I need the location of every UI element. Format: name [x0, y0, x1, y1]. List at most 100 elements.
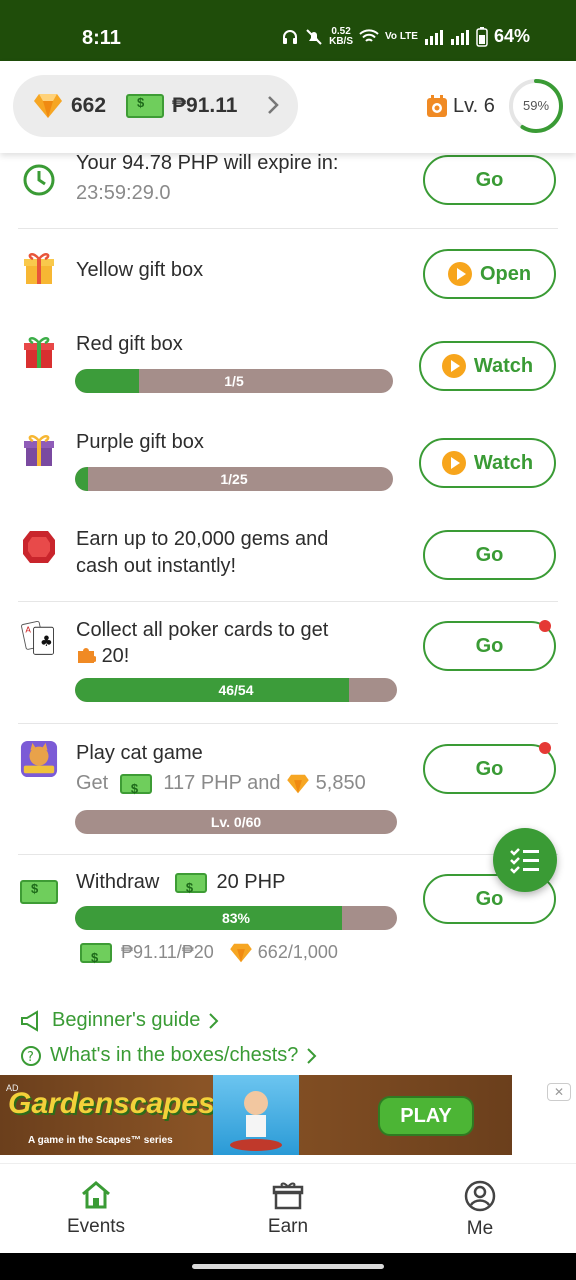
clock-icon	[23, 164, 55, 196]
wallet-pill[interactable]: 662 ₱91.11	[13, 75, 298, 137]
poker-cards-icon: ♣A	[21, 620, 54, 655]
red-gift-watch-button[interactable]: Watch	[419, 341, 556, 391]
cat-game-icon	[20, 740, 58, 778]
withdraw-label: Withdraw	[76, 871, 160, 893]
withdraw-progress-bar: 83%	[75, 906, 397, 930]
battery-percent: 64%	[493, 26, 530, 46]
cash-balance: ₱91.11	[172, 94, 238, 117]
help-icon: ?	[21, 1045, 41, 1066]
level-label: Lv. 6	[453, 94, 495, 117]
poker-progress-label: 46/54	[218, 682, 254, 698]
signal-icon-2	[450, 29, 469, 45]
withdraw-progress-label: 83%	[221, 910, 251, 926]
svg-text:A: A	[25, 625, 31, 635]
gem-icon	[230, 944, 252, 963]
red-gift-progress-bar: 1/5	[75, 369, 393, 393]
expire-countdown: 23:59:29.0	[76, 182, 171, 204]
cat-game-row: Play cat game Get 117 PHP and 5,850 Lv. …	[0, 736, 576, 840]
gem-count: 662	[71, 94, 107, 117]
cash-icon	[126, 94, 165, 118]
ad-close-button[interactable]: ✕	[547, 1083, 571, 1101]
svg-text:♣: ♣	[40, 634, 53, 650]
chevron-right-icon	[268, 96, 279, 114]
purple-gift-row: Purple gift box 1/25 Watch	[0, 426, 576, 502]
cat-game-reward: Get 117 PHP and 5,850	[76, 770, 366, 802]
purple-gift-progress-label: 1/25	[220, 471, 248, 487]
yellow-gift-title: Yellow gift box	[76, 259, 204, 281]
cat-game-cash: 117 PHP and	[163, 772, 281, 794]
ad-play-button[interactable]: PLAY	[378, 1096, 474, 1136]
clock: 8:11	[82, 27, 121, 49]
gems-title-line1: Earn up to 20,000 gems and	[76, 528, 329, 550]
divider	[18, 228, 558, 229]
red-gift-title: Red gift box	[76, 333, 183, 355]
ad-banner[interactable]: Gardenscapes AD A game in the Scapes™ se…	[0, 1075, 512, 1155]
cat-game-progress-bar: Lv. 0/60	[75, 810, 397, 834]
gesture-bar	[0, 1253, 576, 1280]
gesture-pill	[192, 1264, 384, 1269]
expire-title: Your 94.78 PHP will expire in:	[76, 152, 339, 174]
profile-icon	[464, 1180, 496, 1212]
network-speed: 0.52 KB/S	[329, 25, 353, 47]
ruby-icon	[23, 531, 55, 563]
purple-gift-title: Purple gift box	[76, 431, 204, 453]
cat-game-go-button[interactable]: Go	[423, 744, 556, 794]
bottom-nav: Events Earn Me	[0, 1163, 576, 1253]
withdraw-title: Withdraw 20 PHP	[76, 869, 286, 901]
gems-row: Earn up to 20,000 gems and cash out inst…	[0, 524, 576, 602]
beginners-guide-link[interactable]: Beginner's guide	[20, 1009, 220, 1032]
megaphone-icon	[21, 1009, 38, 1032]
withdraw-requirements: ₱91.11/₱20 662/1,000	[80, 939, 338, 971]
mute-bell-icon	[306, 28, 322, 45]
ad-subtitle: A game in the Scapes™ series	[28, 1135, 173, 1146]
poker-reward: 20!	[101, 645, 130, 667]
poker-go-button[interactable]: Go	[423, 621, 556, 671]
headphones-icon	[283, 29, 298, 44]
cat-game-progress-label: Lv. 0/60	[210, 814, 262, 830]
task-list-fab[interactable]	[493, 828, 557, 892]
nav-me[interactable]: Me	[420, 1180, 540, 1240]
home-icon	[82, 1181, 110, 1209]
expire-row: Your 94.78 PHP will expire in: 23:59:29.…	[0, 152, 576, 229]
poker-progress-bar: 46/54	[75, 678, 397, 702]
nav-events[interactable]: Events	[36, 1180, 156, 1238]
divider	[18, 723, 558, 724]
red-gift-progress-label: 1/5	[224, 373, 244, 389]
withdraw-amount: 20 PHP	[216, 871, 286, 893]
notification-dot	[539, 742, 551, 754]
gems-go-button[interactable]: Go	[423, 530, 556, 580]
ad-character-image	[213, 1075, 299, 1155]
purple-gift-watch-button[interactable]: Watch	[419, 438, 556, 488]
poker-title-line1: Collect all poker cards to get	[76, 619, 329, 641]
gem-icon	[34, 94, 62, 118]
level-indicator[interactable]: Lv. 6	[426, 94, 495, 118]
status-icons: 0.52 KB/S Vo LTE 64%	[281, 26, 530, 47]
withdraw-gem-ratio: 662/1,000	[257, 942, 338, 962]
cat-game-gems: 5,850	[315, 772, 366, 794]
nav-earn[interactable]: Earn	[228, 1180, 348, 1238]
cash-icon	[80, 943, 112, 971]
withdraw-cash-icon	[20, 880, 58, 904]
withdraw-cash-ratio: ₱91.11/₱20	[121, 942, 214, 962]
ad-brand: Gardenscapes	[8, 1087, 215, 1120]
wifi-icon	[359, 28, 379, 42]
gem-icon	[287, 774, 309, 793]
level-progress-text: 59%	[522, 98, 550, 113]
play-icon	[441, 451, 466, 475]
cat-game-get-label: Get	[76, 772, 109, 794]
play-icon	[441, 354, 466, 378]
yellow-gift-open-button[interactable]: Open	[423, 249, 556, 299]
yellow-gift-icon	[24, 253, 54, 284]
gift-box-icon	[272, 1182, 304, 1210]
app-header: 662 ₱91.11 Lv. 6 59%	[0, 61, 576, 153]
play-icon	[447, 262, 472, 286]
cash-icon	[174, 872, 207, 901]
cat-game-title: Play cat game	[76, 742, 203, 764]
boxes-info-link[interactable]: ? What's in the boxes/chests?	[20, 1044, 318, 1067]
chevron-right-icon	[209, 1012, 219, 1029]
red-gift-icon	[24, 337, 54, 368]
purple-gift-icon	[24, 435, 54, 466]
puzzle-icon	[78, 648, 97, 663]
poker-row: ♣ A Collect all poker cards to get 20! 46…	[0, 614, 576, 712]
expire-go-button[interactable]: Go	[423, 155, 556, 205]
